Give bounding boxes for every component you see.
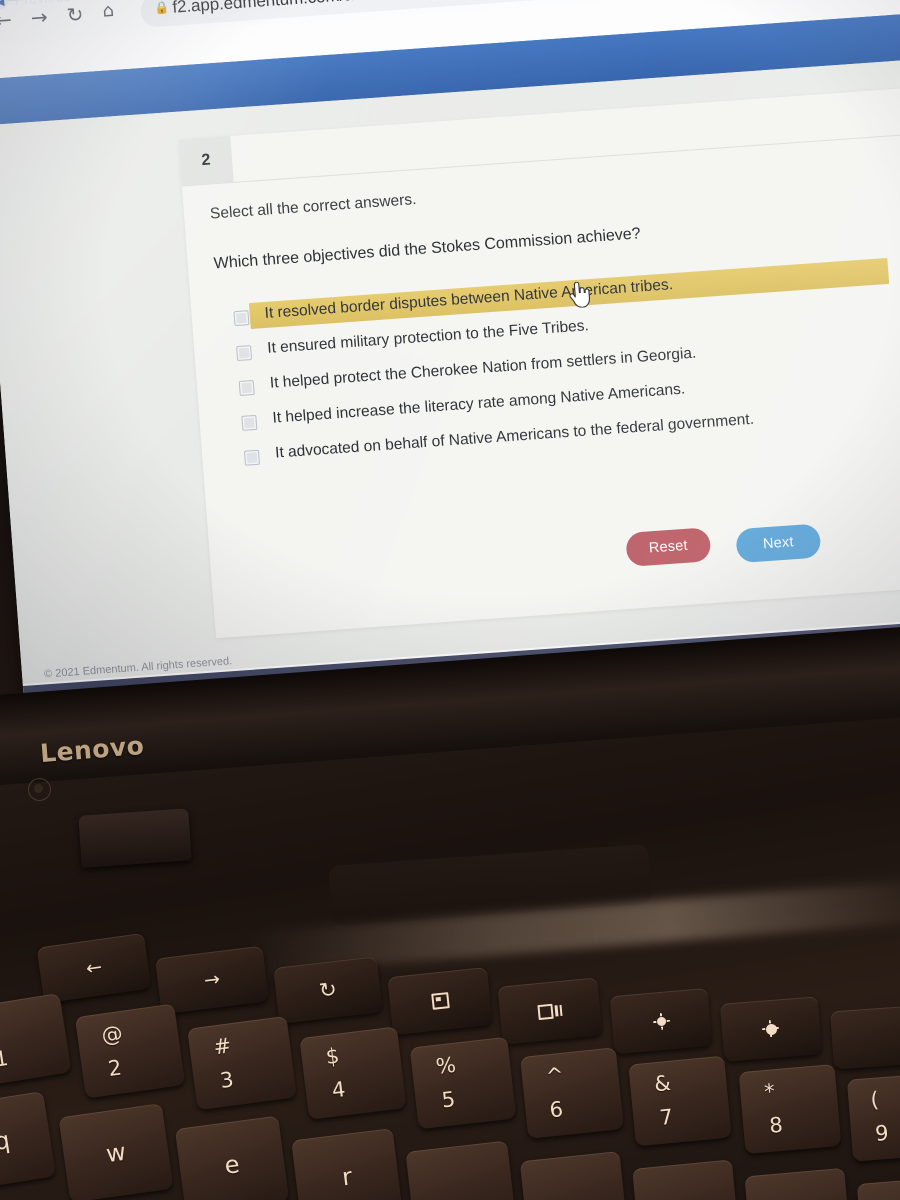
key-5[interactable]: % 5 <box>409 1036 517 1130</box>
next-button[interactable]: Next <box>735 523 822 564</box>
checkbox-option-4[interactable] <box>241 414 258 431</box>
key-volume[interactable] <box>830 1004 900 1070</box>
question-selector-value: 2 <box>90 0 104 5</box>
overview-icon <box>537 1002 563 1020</box>
forward-arrow-icon[interactable]: → <box>30 5 49 30</box>
key-forward[interactable]: → <box>154 945 270 1015</box>
question-number-badge: 2 <box>178 136 234 186</box>
key-7[interactable]: & 7 <box>628 1055 732 1147</box>
key-6[interactable]: ^ 6 <box>519 1047 625 1139</box>
key-reload[interactable]: ↻ <box>273 956 383 1024</box>
lock-icon: 🔒 <box>153 0 170 16</box>
fullscreen-icon <box>430 992 450 1010</box>
checkbox-option-5[interactable] <box>243 449 261 466</box>
key-9[interactable]: ( 9 <box>846 1072 900 1162</box>
key-8[interactable]: * 8 <box>738 1063 842 1155</box>
back-arrow-icon[interactable]: ← <box>0 7 13 32</box>
key-o[interactable] <box>856 1176 900 1200</box>
key-i[interactable] <box>744 1167 852 1200</box>
key-t[interactable] <box>405 1140 517 1200</box>
checkbox-option-1[interactable] <box>233 310 250 327</box>
key-2[interactable]: @ 2 <box>74 1003 186 1099</box>
forward-arrow-icon: → <box>202 968 222 992</box>
reload-icon: ↻ <box>317 977 339 1003</box>
key-brightness-up[interactable] <box>719 996 823 1062</box>
bezel-indicator-dot <box>28 778 51 801</box>
key-e[interactable]: e <box>174 1115 290 1200</box>
chromebook-screen: ← → ↻ ⌂ 🔒 f2.app.edmentum.com/assessment… <box>0 0 900 720</box>
key-y[interactable] <box>519 1151 629 1200</box>
brightness-icon <box>765 1023 777 1035</box>
laptop-hinge <box>78 808 192 868</box>
checkbox-option-3[interactable] <box>238 379 255 396</box>
key-3[interactable]: # 3 <box>187 1015 297 1111</box>
checkbox-option-2[interactable] <box>236 345 253 362</box>
key-4[interactable]: $ 4 <box>299 1026 407 1120</box>
key-overview[interactable] <box>497 977 603 1045</box>
photo-of-laptop: ← → ↻ ⌂ 🔒 f2.app.edmentum.com/assessment… <box>0 0 900 1200</box>
pointing-hand-cursor <box>569 281 590 308</box>
previous-arrow-icon: ◀ <box>0 0 9 10</box>
reset-button[interactable]: Reset <box>625 527 712 568</box>
key-brightness-down[interactable] <box>609 987 713 1055</box>
back-arrow-icon: ← <box>84 956 104 981</box>
keyboard: ← → ↻ ! 1 @ 2 # 3 <box>0 900 900 1200</box>
key-r[interactable]: r <box>291 1128 403 1200</box>
brightness-icon <box>656 1016 666 1026</box>
key-back[interactable]: ← <box>36 932 152 1004</box>
key-u[interactable] <box>632 1159 740 1200</box>
key-fullscreen[interactable] <box>387 966 493 1036</box>
key-1[interactable]: ! 1 <box>0 992 72 1088</box>
key-w[interactable]: w <box>58 1103 174 1200</box>
key-q[interactable]: q <box>0 1091 57 1191</box>
